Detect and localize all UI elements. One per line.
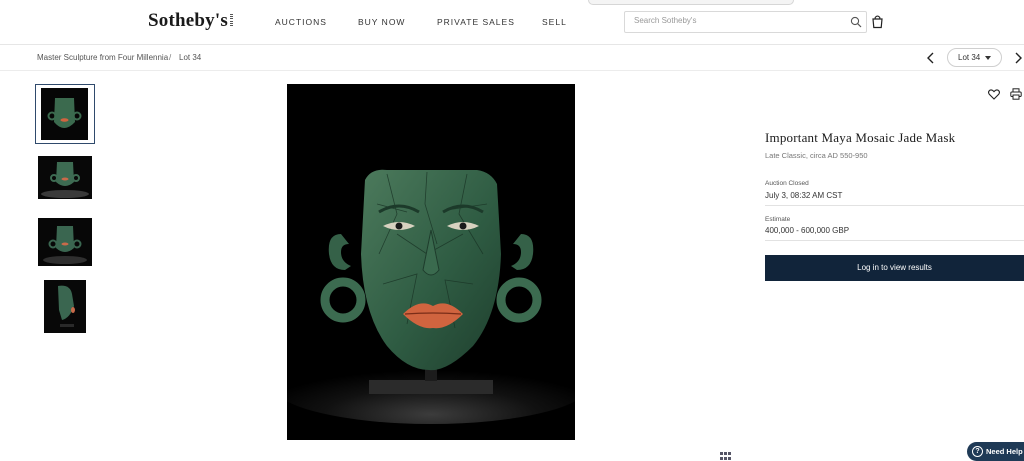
- nav-private-sales[interactable]: PRIVATE SALES: [437, 17, 515, 27]
- chevron-down-icon: [985, 56, 991, 60]
- breadcrumb-separator: /: [169, 53, 172, 62]
- divider: [765, 240, 1024, 241]
- thumbnail-2[interactable]: [38, 156, 92, 199]
- need-help-button[interactable]: ? Need Help: [967, 442, 1024, 461]
- chevron-left-icon[interactable]: [925, 51, 937, 65]
- logo-est-mark: [229, 14, 235, 32]
- nav-auctions[interactable]: AUCTIONS: [275, 17, 327, 27]
- question-icon: ?: [972, 446, 983, 457]
- thumbnail-4-image: [44, 280, 86, 333]
- print-icon[interactable]: [1010, 88, 1022, 100]
- divider: [765, 205, 1024, 206]
- thumbnail-4[interactable]: [44, 280, 86, 333]
- estimate-label: Estimate: [765, 216, 791, 223]
- lot-selector[interactable]: Lot 34: [947, 48, 1002, 67]
- thumbnail-1[interactable]: [41, 88, 88, 140]
- jade-mask-image: [287, 84, 575, 440]
- main-lot-image[interactable]: [287, 84, 575, 440]
- logo-est-glyph: [230, 14, 233, 26]
- search-icon[interactable]: [850, 16, 862, 28]
- lot-selector-value: Lot 34: [958, 53, 981, 62]
- breadcrumb-bar: Master Sculpture from Four Millennia / L…: [0, 45, 1024, 71]
- shopping-bag-icon[interactable]: [871, 14, 884, 29]
- nav-buy-now[interactable]: BUY NOW: [358, 17, 405, 27]
- lot-title: Important Maya Mosaic Jade Mask: [765, 130, 956, 145]
- grid-icon[interactable]: [720, 452, 731, 461]
- chevron-right-icon[interactable]: [1012, 51, 1024, 65]
- thumbnail-1-image: [41, 88, 88, 140]
- thumbnail-3[interactable]: [38, 218, 92, 266]
- thumbnail-2-image: [38, 156, 92, 199]
- sothebys-logo[interactable]: Sotheby's: [148, 10, 228, 32]
- search-box[interactable]: [624, 11, 867, 33]
- login-to-view-results-button[interactable]: Log in to view results: [765, 255, 1024, 281]
- breadcrumb-current: Lot 34: [179, 53, 202, 62]
- site-header: Sotheby's AUCTIONS BUY NOW PRIVATE SALES…: [0, 0, 1024, 45]
- breadcrumb-parent[interactable]: Master Sculpture from Four Millennia: [37, 53, 168, 62]
- lot-subtitle: Late Classic, circa AD 550-950: [765, 151, 868, 160]
- heart-icon[interactable]: [988, 89, 1000, 100]
- thumbnail-3-image: [38, 218, 92, 266]
- nav-sell[interactable]: SELL: [542, 17, 567, 27]
- search-input[interactable]: [634, 16, 834, 25]
- estimate-value: 400,000 - 600,000 GBP: [765, 226, 850, 235]
- auction-status-label: Auction Closed: [765, 180, 809, 187]
- need-help-label: Need Help: [986, 447, 1023, 456]
- auction-status-value: July 3, 08:32 AM CST: [765, 191, 843, 200]
